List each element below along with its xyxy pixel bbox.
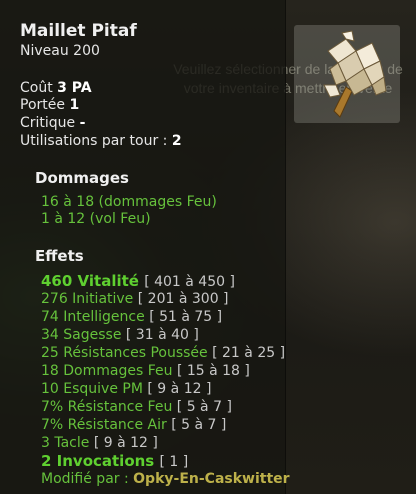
hammer-icon	[323, 30, 387, 118]
effect-text: 7% Résistance Feu	[41, 399, 173, 415]
effect-line: 7% Résistance Air [ 5 à 7 ]	[41, 417, 226, 433]
stat-cost-label: Coût	[20, 80, 53, 96]
item-level: Niveau 200	[20, 43, 100, 59]
effect-text: 25 Résistances Poussée	[41, 345, 208, 361]
effect-range: [ 31 à 40 ]	[125, 327, 199, 343]
effect-line: 25 Résistances Poussée [ 21 à 25 ]	[41, 345, 285, 361]
effect-text: 74 Intelligence	[41, 309, 145, 325]
stat-critical-value: -	[79, 115, 86, 131]
effect-line: 18 Dommages Feu [ 15 à 18 ]	[41, 363, 250, 379]
stat-critical-label: Critique	[20, 115, 76, 131]
item-icon-slot	[294, 25, 400, 123]
effect-range: [ 1 ]	[159, 454, 189, 470]
effect-range: [ 5 à 7 ]	[171, 417, 227, 433]
stat-uses-value: 2	[171, 133, 182, 149]
effect-range: [ 201 à 300 ]	[137, 291, 229, 307]
stat-range: Portée 1	[20, 97, 79, 113]
stat-cost-value: 3 PA	[57, 80, 92, 96]
stat-uses-label: Utilisations par tour :	[20, 133, 168, 149]
stat-uses-per-turn: Utilisations par tour : 2	[20, 133, 182, 149]
effect-text: 2 Invocations	[41, 452, 155, 470]
effect-text: 7% Résistance Air	[41, 417, 167, 433]
effect-range: [ 15 à 18 ]	[176, 363, 250, 379]
damage-line: 1 à 12 (vol Feu)	[41, 211, 151, 227]
effect-line: 7% Résistance Feu [ 5 à 7 ]	[41, 399, 232, 415]
effect-range: [ 9 à 12 ]	[147, 381, 212, 397]
damage-line: 16 à 18 (dommages Feu)	[41, 194, 217, 210]
effect-line: 2 Invocations [ 1 ]	[41, 452, 188, 470]
effects-title: Effets	[35, 247, 84, 265]
effect-text: 460 Vitalité	[41, 272, 139, 290]
modified-by-label: Modifié par :	[41, 471, 129, 487]
effect-line: 10 Esquive PM [ 9 à 12 ]	[41, 381, 211, 397]
effect-range: [ 9 à 12 ]	[93, 435, 158, 451]
stat-critical: Critique -	[20, 115, 85, 131]
effect-text: 10 Esquive PM	[41, 381, 143, 397]
damage-title: Dommages	[35, 169, 129, 187]
effect-line: 276 Initiative [ 201 à 300 ]	[41, 291, 229, 307]
stat-cost: Coût 3 PA	[20, 80, 92, 96]
effect-line: 34 Sagesse [ 31 à 40 ]	[41, 327, 199, 343]
stat-range-value: 1	[69, 97, 80, 113]
effect-line: 460 Vitalité [ 401 à 450 ]	[41, 272, 235, 290]
effect-line: 74 Intelligence [ 51 à 75 ]	[41, 309, 222, 325]
modified-by: Modifié par : Opky-En-Caskwitter	[41, 471, 290, 487]
effect-range: [ 51 à 75 ]	[149, 309, 223, 325]
effect-range: [ 21 à 25 ]	[212, 345, 286, 361]
item-name: Maillet Pitaf	[20, 21, 137, 41]
effect-text: 34 Sagesse	[41, 327, 122, 343]
effect-range: [ 401 à 450 ]	[144, 274, 235, 290]
effect-text: 3 Tacle	[41, 435, 90, 451]
effect-line: 3 Tacle [ 9 à 12 ]	[41, 435, 158, 451]
effect-text: 276 Initiative	[41, 291, 134, 307]
effect-text: 18 Dommages Feu	[41, 363, 173, 379]
effect-range: [ 5 à 7 ]	[176, 399, 232, 415]
modified-by-author: Opky-En-Caskwitter	[133, 471, 290, 487]
item-tooltip: Maillet Pitaf Niveau 200 Coût 3 PA Porté…	[0, 0, 290, 494]
stat-range-label: Portée	[20, 97, 65, 113]
